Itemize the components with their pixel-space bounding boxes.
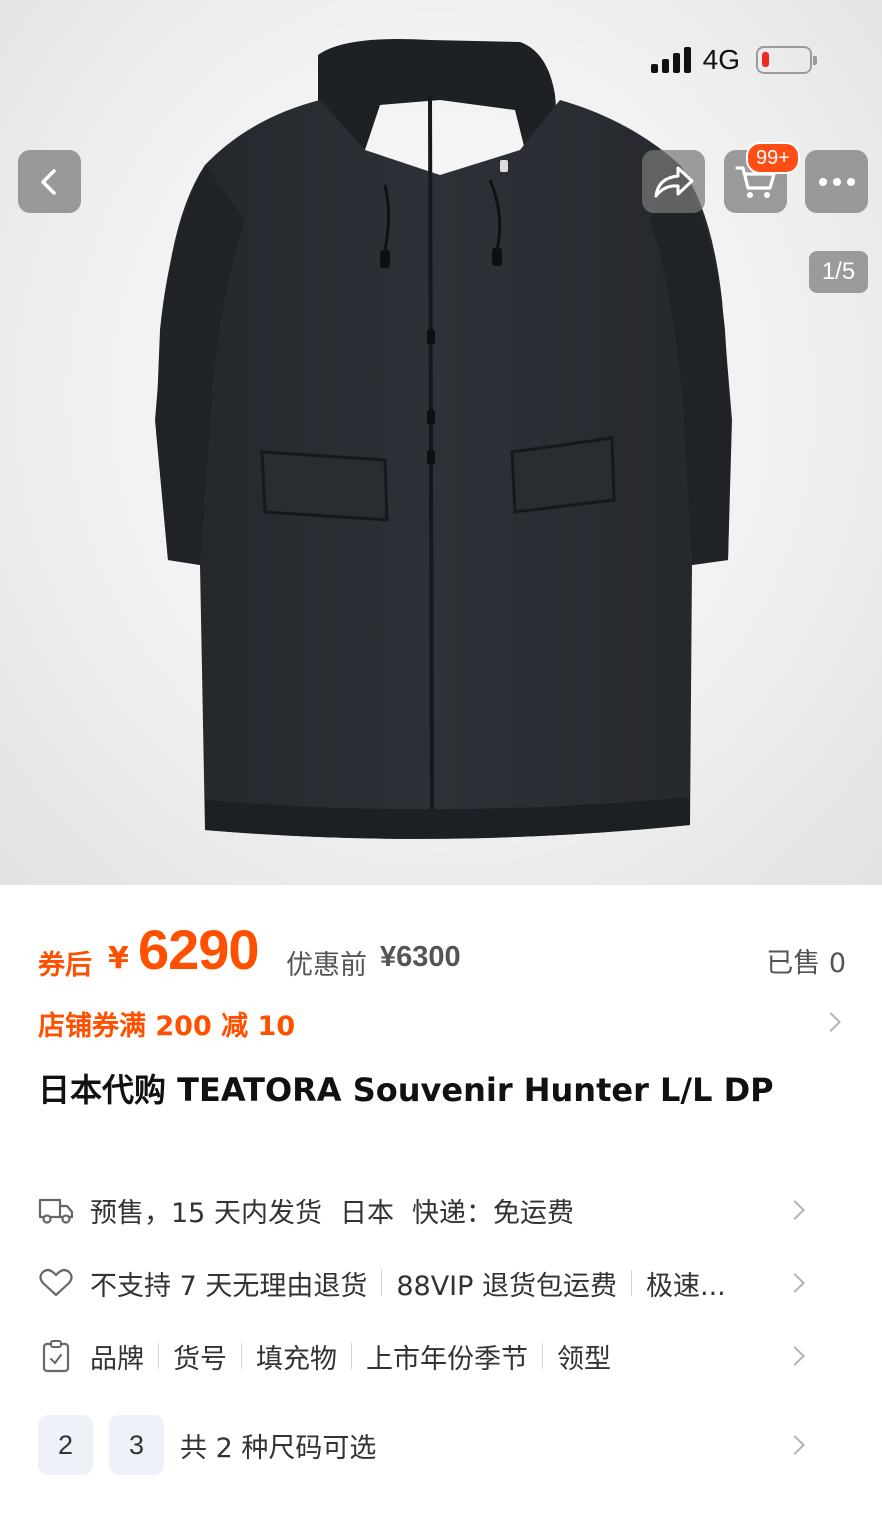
chevron-right-icon	[821, 1012, 841, 1032]
clipboard-icon	[38, 1338, 74, 1374]
chevron-right-icon	[785, 1200, 805, 1220]
param-item: 货号	[173, 1343, 227, 1375]
status-bar: 4G	[650, 44, 817, 76]
service-item: 88VIP 退货包运费	[396, 1270, 617, 1302]
price-row: 券后 ¥ 6290 优惠前 ¥6300 已售 0	[38, 918, 846, 981]
chevron-right-icon	[785, 1346, 805, 1366]
size-summary: 共 2 种尺码可选	[180, 1432, 377, 1464]
signal-icon	[650, 47, 691, 73]
size-option[interactable]: 2	[38, 1415, 93, 1475]
store-coupon: 店铺券满 200 减 10	[38, 1011, 296, 1042]
service-row[interactable]: 不支持 7 天无理由退货 88VIP 退货包运费 极速...	[38, 1258, 846, 1308]
product-image-gallery[interactable]: 4G 99+ 1/5	[0, 0, 882, 885]
chevron-right-icon	[785, 1273, 805, 1293]
service-item: 极速...	[646, 1270, 726, 1302]
cart-count-badge: 99+	[746, 142, 800, 174]
share-button[interactable]	[642, 150, 705, 213]
share-icon	[654, 166, 693, 197]
original-price-label: 优惠前	[286, 950, 367, 981]
image-counter: 1/5	[809, 251, 868, 293]
more-button[interactable]	[805, 150, 868, 213]
size-row[interactable]: 2 3 共 2 种尺码可选	[38, 1413, 846, 1477]
product-info: 券后 ¥ 6290 优惠前 ¥6300 已售 0 店铺券满 200 减 10 日…	[0, 885, 882, 1519]
service-item: 不支持 7 天无理由退货	[90, 1270, 368, 1302]
express-text: 快递：免运费	[411, 1197, 574, 1229]
size-option[interactable]: 3	[109, 1415, 164, 1475]
sold-count: 已售 0	[766, 948, 846, 979]
heart-icon	[38, 1265, 74, 1301]
network-label: 4G	[702, 44, 740, 75]
cart-button[interactable]: 99+	[724, 142, 800, 213]
param-item: 上市年份季节	[366, 1343, 528, 1375]
truck-icon	[38, 1192, 74, 1228]
battery-icon	[756, 46, 817, 74]
original-price-value: ¥6300	[380, 941, 461, 973]
more-icon	[818, 177, 855, 186]
back-button[interactable]	[18, 150, 81, 213]
price-value: 6290	[138, 918, 260, 981]
param-item: 填充物	[256, 1343, 337, 1375]
presale-text: 预售，15 天内发货	[90, 1197, 322, 1229]
product-image	[155, 39, 732, 839]
currency-symbol: ¥	[108, 941, 129, 976]
params-row[interactable]: 品牌 货号 填充物 上市年份季节 领型	[38, 1331, 846, 1381]
chevron-left-icon	[40, 168, 56, 195]
shipping-row[interactable]: 预售，15 天内发货 日本 快递：免运费	[38, 1185, 846, 1235]
after-coupon-label: 券后	[38, 950, 92, 981]
param-item: 品牌	[90, 1343, 144, 1375]
chevron-right-icon	[785, 1435, 805, 1455]
param-item: 领型	[557, 1343, 611, 1375]
origin-text: 日本	[339, 1197, 394, 1229]
product-title: 日本代购 TEATORA Souvenir Hunter L/L DP	[38, 1071, 774, 1109]
